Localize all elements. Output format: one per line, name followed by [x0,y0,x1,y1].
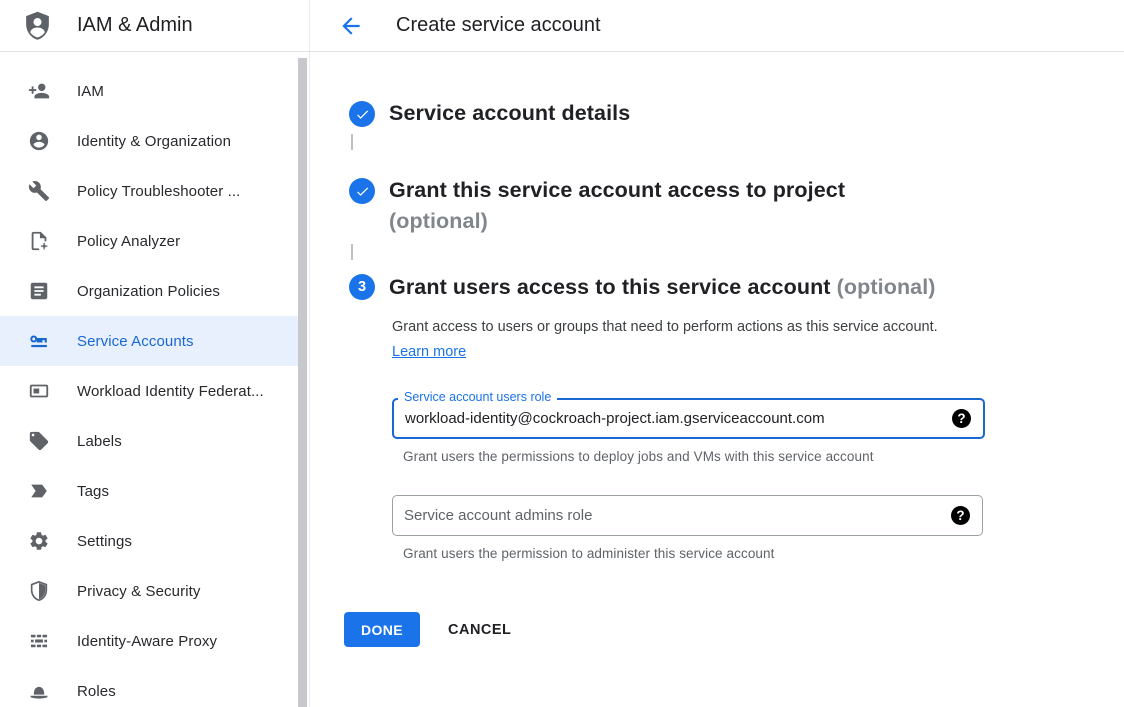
step-3-optional-label: (optional) [837,275,936,299]
sidebar-item-label: Workload Identity Federat... [77,383,264,400]
gear-icon [28,530,50,552]
sidebar-item-iam[interactable]: IAM [0,66,300,116]
step-1-service-account-details[interactable]: Service account details [349,99,1124,127]
sidebar-item-label: Labels [77,433,122,450]
sidebar-item-settings[interactable]: Settings [0,516,300,566]
service-account-admins-role-field: ? [392,495,983,536]
policy-analyzer-icon [28,230,50,252]
learn-more-link[interactable]: Learn more [392,344,466,360]
step-connector [351,244,353,260]
step-3-description-text: Grant access to users or groups that nee… [392,319,938,335]
sidebar-item-label: Tags [77,483,109,500]
top-bar: IAM & Admin Create service account [0,0,1124,52]
hat-icon [28,680,50,702]
sidebar-item-label: Service Accounts [77,333,194,350]
sidebar-item-label: IAM [77,83,104,100]
users-role-input[interactable] [405,410,952,427]
sidebar-item-label: Identity-Aware Proxy [77,633,217,650]
sidebar-item-label: Policy Troubleshooter ... [77,183,240,200]
page-title: Create service account [396,14,601,37]
service-accounts-icon [28,330,50,352]
wrench-icon [28,180,50,202]
form-actions: DONE CANCEL [344,612,1124,647]
step-2-optional-label: (optional) [389,204,845,238]
users-role-label: Service account users role [398,390,557,404]
sidebar-item-roles[interactable]: Roles [0,666,300,707]
step-1-title: Service account details [389,99,630,127]
workload-identity-icon [28,380,50,402]
product-header: IAM & Admin [0,0,310,51]
step-connector [351,134,353,150]
sidebar-item-policy-troubleshooter[interactable]: Policy Troubleshooter ... [0,166,300,216]
users-role-helper-text: Grant users the permissions to deploy jo… [403,449,985,464]
sidebar-item-tags[interactable]: Tags [0,466,300,516]
admins-role-helper-text: Grant users the permission to administer… [403,546,985,561]
done-button[interactable]: DONE [344,612,420,647]
sidebar-item-label: Privacy & Security [77,583,201,600]
step-3-title: Grant users access to this service accou… [389,272,985,302]
back-arrow-icon[interactable] [338,13,364,39]
step-3-grant-users-access: 3 Grant users access to this service acc… [349,272,1124,561]
sidebar-item-label: Policy Analyzer [77,233,180,250]
gcp-console: IAM & Admin Create service account IAM I… [0,0,1124,707]
person-add-icon [28,80,50,102]
step-2-complete-check-icon [349,178,375,204]
sidebar-item-label: Roles [77,683,116,700]
sidebar-item-organization-policies[interactable]: Organization Policies [0,266,300,316]
step-3-title-text: Grant users access to this service accou… [389,275,831,299]
sidebar-item-label: Identity & Organization [77,133,231,150]
iam-admin-shield-icon [21,8,54,44]
proxy-icon [28,630,50,652]
sidebar-item-identity-organization[interactable]: Identity & Organization [0,116,300,166]
sidebar-item-labels[interactable]: Labels [0,416,300,466]
page-header: Create service account [310,0,1124,51]
account-circle-icon [28,130,50,152]
step-2-title-text: Grant this service account access to pro… [389,178,845,202]
shield-icon [28,580,50,602]
sidebar: IAM Identity & Organization Policy Troub… [0,52,310,707]
step-2-grant-access-to-project[interactable]: Grant this service account access to pro… [349,176,1124,238]
label-icon [28,430,50,452]
step-3-description: Grant access to users or groups that nee… [392,315,940,365]
step-3-number-badge: 3 [349,274,375,300]
tag-icon [28,480,50,502]
step-1-complete-check-icon [349,101,375,127]
create-service-account-form: Service account details Grant this servi… [310,52,1124,707]
service-account-users-role-field: Service account users role ? [392,398,985,439]
sidebar-item-identity-aware-proxy[interactable]: Identity-Aware Proxy [0,616,300,666]
sidebar-item-workload-identity-federation[interactable]: Workload Identity Federat... [0,366,300,416]
users-role-help-icon[interactable]: ? [952,409,971,428]
sidebar-item-policy-analyzer[interactable]: Policy Analyzer [0,216,300,266]
step-2-title: Grant this service account access to pro… [389,176,845,238]
sidebar-item-service-accounts[interactable]: Service Accounts [0,316,300,366]
admins-role-help-icon[interactable]: ? [951,506,970,525]
sidebar-item-label: Settings [77,533,132,550]
admins-role-input[interactable] [404,507,951,524]
org-policies-icon [28,280,50,302]
sidebar-item-privacy-security[interactable]: Privacy & Security [0,566,300,616]
cancel-button[interactable]: CANCEL [448,622,511,638]
sidebar-item-label: Organization Policies [77,283,220,300]
product-title: IAM & Admin [77,14,193,37]
sidebar-scrollbar[interactable] [298,58,307,707]
